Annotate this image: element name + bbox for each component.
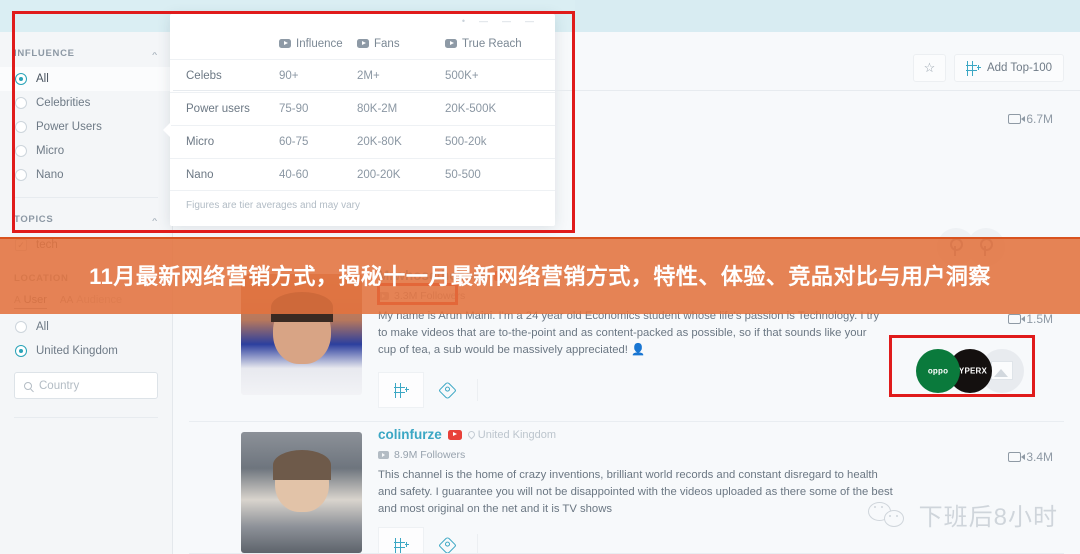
option-label: United Kingdom	[36, 345, 118, 357]
video-count-value: 1.5M	[1026, 312, 1053, 326]
country-search-placeholder: Country	[39, 379, 80, 392]
filter-option-celebrities[interactable]: Celebrities	[0, 91, 172, 115]
option-label: Celebrities	[36, 97, 91, 109]
section-header-influence[interactable]: INFLUENCE ^	[14, 32, 158, 67]
video-icon	[1008, 452, 1026, 462]
popover-arrow	[163, 122, 171, 138]
radio-icon[interactable]	[15, 73, 27, 85]
brand-logos-row[interactable]: oppo HYPERX	[916, 349, 1024, 393]
brand-logo-oppo[interactable]: oppo	[916, 349, 960, 393]
wechat-watermark: 下班后8小时	[867, 497, 1058, 532]
video-count-card-2: 3.4M	[1008, 450, 1053, 464]
influencer-location: United Kingdom	[466, 428, 557, 441]
radio-icon[interactable]	[15, 321, 27, 333]
tag-icon	[437, 535, 457, 554]
radio-icon[interactable]	[15, 145, 27, 157]
follower-count: 8.9M Followers	[394, 449, 466, 461]
influencer-bio: My name is Arun Maini. I'm a 24 year old…	[378, 310, 880, 356]
influencer-name-row[interactable]: colinfurze United Kingdom	[378, 427, 556, 442]
translation-banner-text: 11月最新网络营销方式，揭秘十一月最新网络营销方式，特性、体验、竞品对比与用户洞…	[89, 264, 991, 289]
add-to-list-button[interactable]	[378, 527, 424, 554]
results-toolbar: ☆ Add Top-100	[912, 54, 1064, 82]
influencer-bio: This channel is the home of crazy invent…	[378, 469, 893, 515]
filter-option-all-influence[interactable]: All	[0, 67, 172, 91]
influencer-name[interactable]: colinfurze	[378, 427, 442, 442]
video-count-card-1: 1.5M	[1008, 312, 1053, 326]
avatar	[241, 432, 362, 553]
chevron-up-icon[interactable]: ^	[152, 216, 158, 224]
radio-icon[interactable]	[15, 345, 27, 357]
filter-option-all-location[interactable]: All	[0, 315, 172, 339]
option-label: All	[36, 321, 49, 333]
section-title: TOPICS	[14, 214, 54, 225]
chevron-up-icon[interactable]: ^	[152, 50, 158, 58]
option-label: Micro	[36, 145, 65, 157]
filter-option-nano[interactable]: Nano	[0, 163, 172, 187]
video-icon	[1008, 314, 1026, 324]
radio-icon[interactable]	[15, 121, 27, 133]
divider	[477, 534, 478, 554]
wechat-watermark-text: 下班后8小时	[918, 504, 1058, 531]
image-placeholder-icon	[991, 361, 1013, 380]
top-band-right	[575, 0, 1080, 32]
tag-button[interactable]	[424, 372, 470, 408]
section-header-topics[interactable]: TOPICS ^	[14, 198, 158, 233]
influencer-card-colinfurze[interactable]: colinfurze United Kingdom 8.9M Followers…	[173, 422, 1080, 554]
sliders-icon	[393, 537, 409, 553]
option-label: Power Users	[36, 121, 102, 133]
brand-logo-oppo-label: oppo	[927, 366, 949, 376]
card-actions-row-2	[378, 527, 478, 554]
option-label: Nano	[36, 169, 64, 181]
country-search-input[interactable]: Country	[14, 372, 158, 399]
avatar-hair	[272, 450, 331, 480]
filter-option-micro[interactable]: Micro	[0, 139, 172, 163]
add-top-100-label: Add Top-100	[986, 62, 1052, 74]
toolbar-divider	[173, 90, 1080, 91]
option-label: All	[36, 73, 49, 85]
sliders-icon	[393, 382, 409, 398]
video-count-top: 6.7M	[1008, 112, 1053, 126]
tag-icon	[437, 380, 457, 400]
wechat-bubble-small	[883, 509, 904, 527]
video-icon	[1008, 114, 1026, 124]
wechat-icon	[867, 500, 910, 530]
star-icon: ☆	[923, 60, 936, 75]
favorite-button[interactable]: ☆	[912, 54, 946, 82]
section-title: INFLUENCE	[14, 48, 75, 59]
popover-top-text: • — — —	[461, 16, 537, 26]
filter-option-power-users[interactable]: Power Users	[0, 115, 172, 139]
sliders-icon	[965, 60, 981, 76]
video-count-value: 6.7M	[1026, 112, 1053, 126]
divider	[477, 379, 478, 401]
add-to-list-button[interactable]	[378, 372, 424, 408]
follower-count-row: 8.9M Followers	[378, 449, 465, 461]
tag-button[interactable]	[424, 527, 470, 554]
followers-icon	[378, 451, 389, 459]
filter-option-united-kingdom[interactable]: United Kingdom	[0, 339, 172, 363]
radio-icon[interactable]	[15, 97, 27, 109]
youtube-icon[interactable]	[447, 429, 462, 440]
divider	[14, 417, 158, 418]
influencer-location-label: United Kingdom	[477, 428, 557, 441]
video-count-value: 3.4M	[1026, 450, 1053, 464]
card-actions-row-1	[378, 372, 478, 408]
location-pin-icon	[466, 429, 477, 440]
search-icon	[24, 381, 32, 390]
translation-banner: 11月最新网络营销方式，揭秘十一月最新网络营销方式，特性、体验、竞品对比与用户洞…	[0, 237, 1080, 314]
radio-icon[interactable]	[15, 169, 27, 181]
add-top-100-button[interactable]: Add Top-100	[953, 54, 1064, 82]
app-window: INFLUENCE ^ All Celebrities Power Users …	[0, 0, 1080, 554]
